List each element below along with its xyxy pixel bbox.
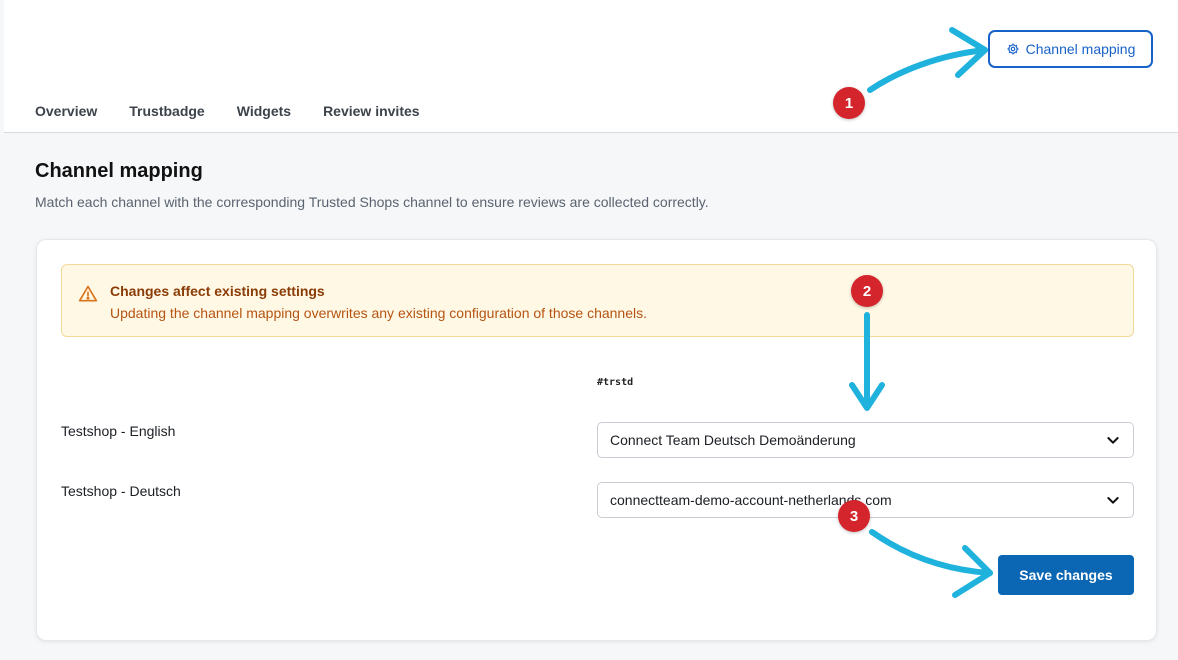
alert-text: Updating the channel mapping overwrites … [110, 305, 647, 321]
warning-icon [78, 285, 98, 302]
step-marker-3: 3 [838, 500, 870, 532]
chevron-down-icon [1107, 437, 1119, 444]
step-marker-2: 2 [851, 275, 883, 307]
channel-select-english[interactable]: Connect Team Deutsch Demoänderung [597, 422, 1134, 458]
page-description: Match each channel with the correspondin… [35, 194, 709, 210]
step-marker-1: 1 [833, 87, 865, 119]
save-changes-button[interactable]: Save changes [998, 555, 1134, 595]
channel-mapping-button-label: Channel mapping [1025, 41, 1136, 57]
gear-icon [1007, 43, 1019, 55]
tab-trustbadge[interactable]: Trustbadge [129, 103, 204, 119]
channel-label-deutsch: Testshop - Deutsch [61, 483, 181, 499]
channel-label-english: Testshop - English [61, 423, 176, 439]
tab-widgets[interactable]: Widgets [237, 103, 291, 119]
alert-title: Changes affect existing settings [110, 283, 325, 299]
channel-mapping-button[interactable]: Channel mapping [988, 30, 1153, 68]
tab-review-invites[interactable]: Review invites [323, 103, 420, 119]
page-title: Channel mapping [35, 160, 203, 182]
tab-bar: Overview Trustbadge Widgets Review invit… [35, 103, 420, 119]
chevron-down-icon [1107, 497, 1119, 504]
mapping-card: Changes affect existing settings Updatin… [36, 239, 1157, 641]
column-header: #trstd [597, 377, 634, 388]
tab-overview[interactable]: Overview [35, 103, 97, 119]
warning-alert: Changes affect existing settings Updatin… [61, 264, 1134, 337]
select-value: Connect Team Deutsch Demoänderung [610, 432, 856, 448]
